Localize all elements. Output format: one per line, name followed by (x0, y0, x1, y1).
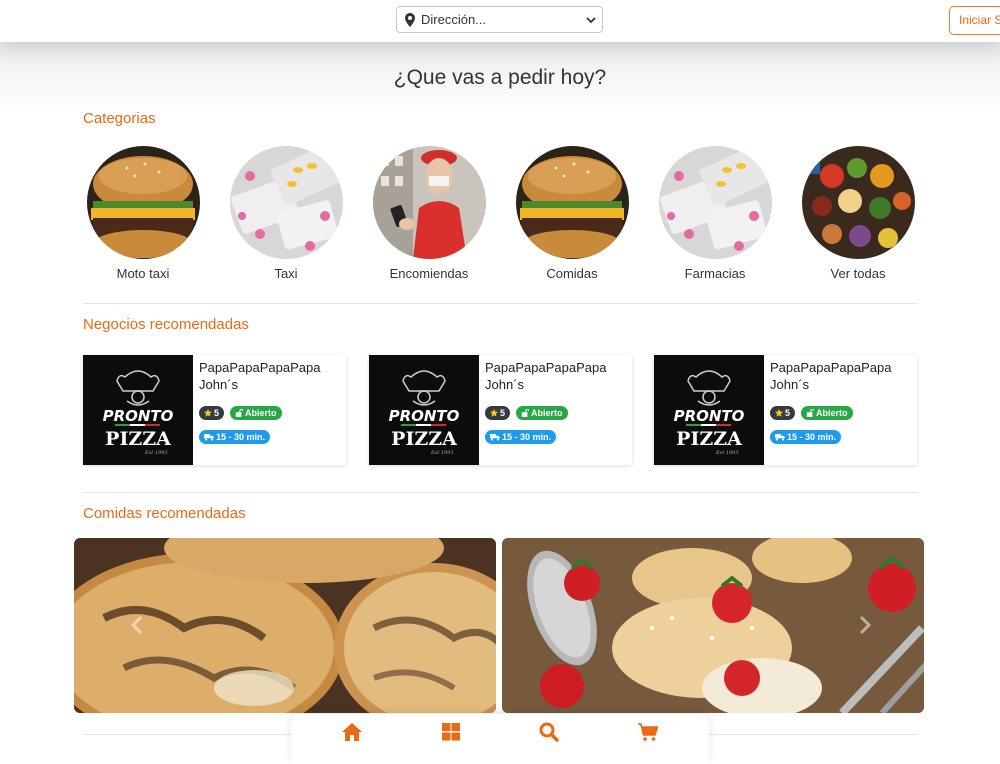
delivery-time-badge: 15 - 30 min. (199, 430, 271, 444)
star-icon (490, 409, 498, 417)
truck-icon (204, 434, 214, 441)
logo-text-small: Est 1993 (715, 450, 739, 456)
category-image-pills (658, 146, 772, 259)
cart-icon[interactable] (637, 722, 659, 742)
truck-icon (490, 434, 500, 441)
category-image-burger (515, 146, 629, 259)
category-image-pills (229, 146, 343, 259)
logo-text-small: Est 1993 (144, 450, 168, 456)
logo-text-bottom: PIZZA (391, 428, 457, 450)
business-name: PapaPapaPapaPapa John´s (485, 360, 607, 392)
search-icon[interactable] (538, 722, 560, 742)
truck-icon (775, 434, 785, 441)
category-farmacias[interactable]: Farmacias (658, 146, 772, 281)
section-divider (83, 492, 918, 493)
logo-text-bottom: PIZZA (105, 428, 171, 450)
category-moto-taxi[interactable]: Moto taxi (86, 146, 200, 281)
delivery-time-badge: 15 - 30 min. (770, 430, 842, 444)
carousel-next-icon[interactable] (858, 615, 872, 635)
business-name: PapaPapaPapaPapa John´s (199, 360, 321, 392)
business-card[interactable]: PRONTO PIZZA Est 1993 PapaPapaPapaPapa J… (83, 355, 346, 465)
star-icon (204, 409, 212, 417)
business-card[interactable]: PRONTO PIZZA Est 1993 PapaPapaPapaPapa J… (369, 355, 632, 465)
status-badge: Abierto (230, 406, 282, 420)
grid-icon[interactable] (440, 722, 462, 742)
category-ver-todas[interactable]: Ver todas (801, 146, 915, 281)
category-label: Taxi (274, 266, 298, 281)
category-label: Moto taxi (116, 266, 170, 281)
top-bar: Dirección... Iniciar S (0, 0, 1000, 42)
unlock-icon (521, 408, 530, 417)
category-image-courier (372, 146, 486, 259)
address-select-value: Dirección... (421, 12, 487, 27)
categories-title: Categorias (83, 110, 156, 127)
category-image-groceries (801, 146, 915, 259)
foods-title: Comidas recomendadas (83, 505, 246, 522)
unlock-icon (806, 408, 815, 417)
login-button[interactable]: Iniciar S (949, 6, 1000, 35)
business-card[interactable]: PRONTO PIZZA Est 1993 PapaPapaPapaPapa J… (654, 355, 917, 465)
logo-text-small: Est 1993 (430, 450, 454, 456)
section-divider (83, 303, 918, 304)
category-label: Comidas (546, 266, 598, 281)
category-label: Farmacias (684, 266, 746, 281)
category-encomiendas[interactable]: Encomiendas (372, 146, 486, 281)
logo-text-top: PRONTO (103, 407, 174, 425)
star-icon (775, 409, 783, 417)
address-select[interactable]: Dirección... (396, 6, 603, 33)
bottom-nav (291, 714, 709, 764)
chevron-down-icon (586, 17, 596, 24)
carousel-prev-icon[interactable] (130, 615, 144, 635)
category-label: Encomiendas (389, 266, 469, 281)
rating-badge: 5 (485, 406, 511, 420)
business-name: PapaPapaPapaPapa John´s (770, 360, 892, 392)
category-image-burger (86, 146, 200, 259)
map-pin-icon (405, 12, 415, 27)
logo-text-top: PRONTO (674, 407, 745, 425)
business-logo: PRONTO PIZZA Est 1993 (83, 355, 193, 465)
delivery-time-badge: 15 - 30 min. (485, 430, 557, 444)
logo-text-bottom: PIZZA (676, 428, 742, 450)
business-logo: PRONTO PIZZA Est 1993 (654, 355, 764, 465)
business-logo: PRONTO PIZZA Est 1993 (369, 355, 479, 465)
status-badge: Abierto (516, 406, 568, 420)
page-headline: ¿Que vas a pedir hoy? (393, 66, 607, 89)
home-icon[interactable] (341, 722, 363, 742)
logo-text-top: PRONTO (389, 407, 460, 425)
unlock-icon (235, 408, 244, 417)
status-badge: Abierto (801, 406, 853, 420)
category-label: Ver todas (830, 266, 886, 281)
rating-badge: 5 (199, 406, 225, 420)
businesses-title: Negocios recomendadas (83, 316, 249, 333)
category-taxi[interactable]: Taxi (229, 146, 343, 281)
rating-badge: 5 (770, 406, 796, 420)
category-comidas[interactable]: Comidas (515, 146, 629, 281)
